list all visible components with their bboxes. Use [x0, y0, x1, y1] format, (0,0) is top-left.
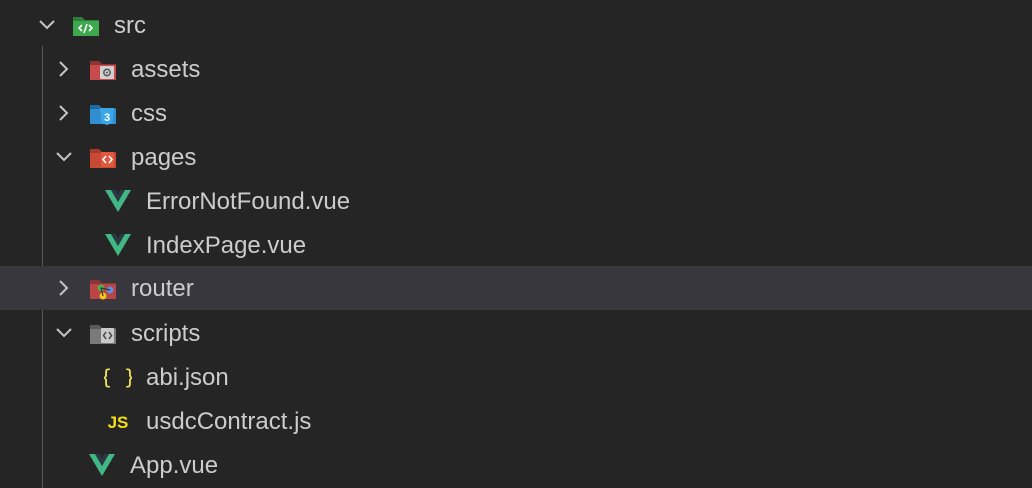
tree-item-abi-json[interactable]: { } abi.json [0, 355, 1032, 399]
tree-item-errornotfound-vue[interactable]: ErrorNotFound.vue [0, 179, 1032, 223]
json-icon: { } [104, 364, 132, 390]
tree-item-label: abi.json [146, 364, 229, 391]
vue-icon [88, 452, 116, 478]
tree-item-pages[interactable]: pages [0, 135, 1032, 179]
chevron-down-icon[interactable] [54, 323, 74, 343]
tree-item-indexpage-vue[interactable]: IndexPage.vue [0, 223, 1032, 267]
scripts-folder-icon [89, 320, 117, 346]
tree-item-router[interactable]: router [0, 266, 1032, 310]
chevron-right-icon[interactable] [54, 278, 74, 298]
tree-item-label: css [131, 100, 167, 127]
svg-text:3: 3 [104, 112, 110, 124]
svg-text:{ }: { } [104, 365, 132, 389]
file-explorer: src assets 3 css pages ErrorNotFound.vue… [0, 0, 1032, 488]
chevron-right-icon[interactable] [54, 103, 74, 123]
vue-icon [104, 232, 132, 258]
tree-item-usdccontract-js[interactable]: JS usdcContract.js [0, 399, 1032, 443]
tree-item-label: router [131, 275, 194, 302]
js-icon: JS [104, 408, 132, 434]
tree-item-css[interactable]: 3 css [0, 91, 1032, 135]
chevron-down-icon[interactable] [54, 147, 74, 167]
tree-item-label: App.vue [130, 452, 219, 479]
tree-item-label: IndexPage.vue [146, 232, 307, 259]
pages-folder-icon [89, 144, 117, 170]
tree-item-app-vue[interactable]: App.vue [0, 443, 1032, 487]
vue-icon [104, 188, 132, 214]
svg-text:JS: JS [108, 413, 129, 432]
tree-item-label: ErrorNotFound.vue [146, 188, 351, 215]
tree-item-assets[interactable]: assets [0, 47, 1032, 91]
css-folder-icon: 3 [89, 100, 117, 126]
assets-folder-icon [89, 56, 117, 82]
tree-item-label: scripts [131, 320, 201, 347]
router-folder-icon [89, 275, 117, 301]
tree-item-label: pages [131, 144, 197, 171]
tree-item-label: assets [131, 56, 201, 83]
src-folder-icon [72, 12, 100, 38]
tree-item-src[interactable]: src [0, 3, 1032, 47]
chevron-down-icon[interactable] [37, 15, 57, 35]
tree-item-scripts[interactable]: scripts [0, 311, 1032, 355]
tree-item-label: src [114, 12, 146, 39]
chevron-right-icon[interactable] [54, 59, 74, 79]
tree-item-label: usdcContract.js [146, 408, 312, 435]
